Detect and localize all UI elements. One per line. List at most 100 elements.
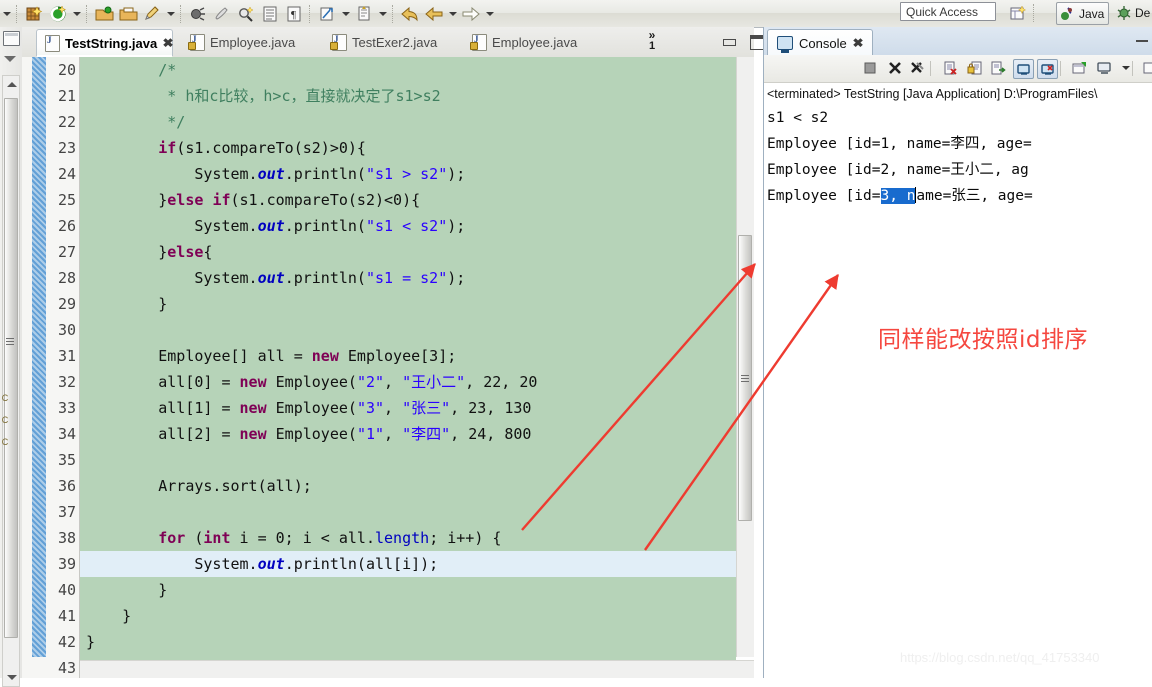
search-icon[interactable] — [235, 3, 257, 25]
new-console-view-icon[interactable] — [1070, 59, 1089, 77]
code-line[interactable]: }else if(s1.compareTo(s2)<0){ — [80, 187, 736, 213]
code-line[interactable] — [80, 499, 736, 525]
code-line[interactable]: System.out.println("s1 < s2"); — [80, 213, 736, 239]
forward-icon[interactable] — [460, 3, 482, 25]
scrollbar-grip-icon — [741, 375, 749, 382]
code-line[interactable]: if(s1.compareTo(s2)>0){ — [80, 135, 736, 161]
code-line[interactable]: /* — [80, 57, 736, 83]
pin-console-icon[interactable] — [1013, 59, 1034, 79]
minimize-console-icon[interactable] — [1136, 36, 1148, 42]
quick-access-input[interactable]: Quick Access — [900, 2, 996, 21]
next-annotation-icon[interactable] — [353, 3, 375, 25]
code-line[interactable]: Employee[] all = new Employee[3]; — [80, 343, 736, 369]
watermark-text: https://blog.csdn.net/qq_41753340 — [900, 650, 1100, 665]
dropdown-arrow-icon[interactable] — [0, 3, 13, 25]
new-wizard-icon[interactable] — [23, 3, 45, 25]
external-tools-icon[interactable] — [316, 3, 338, 25]
terminate-icon[interactable] — [860, 59, 879, 77]
perspective-java-button[interactable]: Java — [1056, 2, 1109, 25]
code-line[interactable]: } — [80, 577, 736, 603]
print-icon[interactable] — [141, 3, 163, 25]
eclipse-ide-window: ¶ Quick Access Java — [0, 0, 1152, 678]
remove-all-launches-icon[interactable] — [908, 59, 927, 77]
console-tab-label: Console — [799, 36, 847, 51]
left-fast-view-rail: CCC — [0, 27, 23, 678]
console-toolbar — [764, 55, 1152, 83]
console-extra-icon[interactable] — [1140, 59, 1152, 77]
debug-icon[interactable] — [187, 3, 209, 25]
run-dropdown-icon[interactable] — [70, 3, 83, 25]
code-line[interactable]: System.out.println("s1 > s2"); — [80, 161, 736, 187]
editor-tab-label: TestExer2.java — [352, 35, 437, 50]
line-number: 20 — [46, 57, 79, 83]
paragraph-icon[interactable]: ¶ — [283, 3, 305, 25]
console-output-line[interactable]: s1 < s2 — [767, 105, 1152, 131]
close-icon[interactable]: ✖ — [852, 36, 863, 50]
outline-icon[interactable] — [259, 3, 281, 25]
editor-tab-teststring[interactable]: TestString.java ✖ — [36, 29, 173, 56]
console-status-line: <terminated> TestString [Java Applicatio… — [767, 83, 1152, 105]
code-line[interactable]: */ — [80, 109, 736, 135]
code-line[interactable]: Arrays.sort(all); — [80, 473, 736, 499]
code-line[interactable]: } — [80, 629, 736, 655]
back-yellow-icon[interactable] — [423, 3, 445, 25]
show-console-on-output-icon[interactable] — [989, 59, 1008, 77]
console-selection[interactable]: 3, n — [881, 188, 916, 204]
forward-dropdown-icon[interactable] — [483, 3, 496, 25]
save-all-icon[interactable] — [117, 3, 139, 25]
external-tools-dropdown-icon[interactable] — [339, 3, 352, 25]
open-console-icon[interactable] — [1095, 59, 1114, 77]
perspective-debug-button[interactable]: De — [1116, 2, 1150, 23]
java-file-locked-icon — [472, 34, 487, 51]
next-annotation-dropdown-icon[interactable] — [376, 3, 389, 25]
source-code-text[interactable]: /* * h和c比较，h>c，直接就决定了s1>s2 */ if(s1.comp… — [80, 57, 736, 657]
collapse-arrow-icon[interactable] — [4, 56, 16, 62]
clear-console-icon[interactable] — [941, 59, 960, 77]
code-line[interactable]: System.out.println(all[i]); — [80, 551, 736, 577]
code-line[interactable]: } — [80, 603, 736, 629]
code-line[interactable]: all[1] = new Employee("3", "张三", 23, 130 — [80, 395, 736, 421]
code-line[interactable]: * h和c比较，h>c，直接就决定了s1>s2 — [80, 83, 736, 109]
left-scrollbar-thumb[interactable] — [4, 98, 18, 638]
restore-view-icon[interactable] — [3, 31, 20, 46]
code-line[interactable]: all[2] = new Employee("1", "李四", 24, 800 — [80, 421, 736, 447]
editor-tab-employee-2[interactable]: Employee.java — [464, 29, 585, 56]
text-caret — [915, 187, 916, 203]
code-line[interactable] — [80, 447, 736, 473]
display-selected-console-icon[interactable] — [1037, 59, 1058, 79]
line-number: 28 — [46, 265, 79, 291]
brush-icon[interactable] — [211, 3, 233, 25]
annotation-ruler[interactable] — [32, 57, 46, 657]
left-scrollbar[interactable] — [2, 75, 20, 687]
line-number: 24 — [46, 161, 79, 187]
editor-vertical-scrollbar[interactable] — [736, 57, 754, 657]
console-output-line[interactable]: Employee [id=2, name=王小二, ag — [767, 157, 1152, 183]
close-icon[interactable]: ✖ — [163, 36, 174, 50]
console-toolbar-separator — [1132, 61, 1133, 76]
code-line[interactable]: for (int i = 0; i < all.length; i++) { — [80, 525, 736, 551]
code-line[interactable]: }else{ — [80, 239, 736, 265]
scrollbar-grip-icon — [6, 338, 14, 345]
code-line[interactable] — [80, 317, 736, 343]
remove-launch-icon[interactable] — [885, 59, 904, 77]
editor-horizontal-scrollbar[interactable] — [80, 660, 754, 678]
print-dropdown-icon[interactable] — [164, 3, 177, 25]
tab-overflow-indicator[interactable]: » 1 — [642, 30, 662, 52]
console-tab[interactable]: Console ✖ — [767, 29, 873, 56]
scroll-lock-icon[interactable] — [965, 59, 984, 77]
console-output-line[interactable]: Employee [id=1, name=李四, age= — [767, 131, 1152, 157]
console-output[interactable]: s1 < s2Employee [id=1, name=李四, age=Empl… — [767, 105, 1152, 209]
run-icon[interactable] — [47, 3, 69, 25]
save-icon[interactable] — [93, 3, 115, 25]
back-dropdown-icon[interactable] — [446, 3, 459, 25]
code-line[interactable]: all[0] = new Employee("2", "王小二", 22, 20 — [80, 369, 736, 395]
back-icon[interactable] — [399, 3, 421, 25]
code-line[interactable]: } — [80, 291, 736, 317]
new-perspective-icon[interactable] — [1007, 3, 1029, 25]
scroll-up-arrow-icon[interactable] — [7, 82, 17, 87]
minimize-editor-icon[interactable] — [722, 35, 736, 48]
editor-tab-employee-1[interactable]: Employee.java — [182, 29, 303, 56]
code-line[interactable]: System.out.println("s1 = s2"); — [80, 265, 736, 291]
editor-tab-testexer2[interactable]: TestExer2.java — [324, 29, 445, 56]
console-output-line[interactable]: Employee [id=3, name=张三, age= — [767, 183, 1152, 209]
